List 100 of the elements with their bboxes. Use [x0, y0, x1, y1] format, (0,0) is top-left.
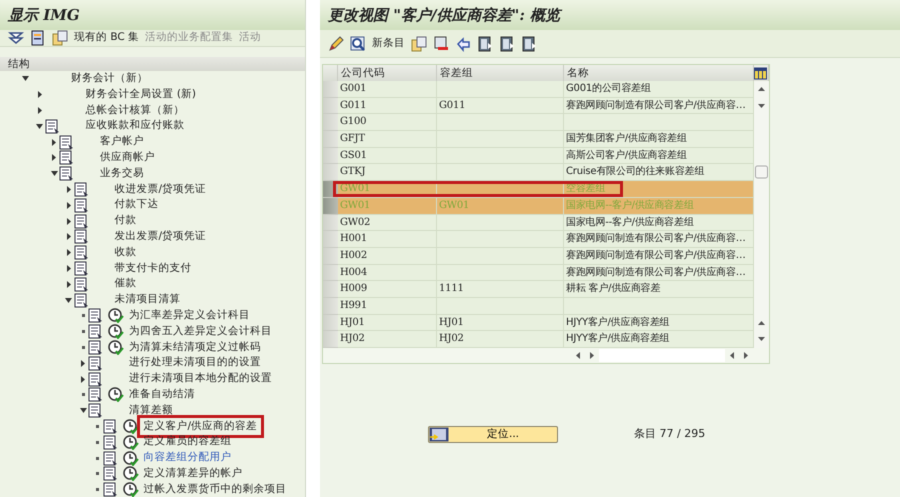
tree-item[interactable]: 供应商帐户 — [97, 150, 158, 166]
table-cell: GW01 — [437, 198, 564, 214]
tree-item[interactable]: 带支付卡的支付 — [112, 260, 194, 276]
copy-icon[interactable] — [52, 30, 68, 46]
expand-arrow-icon[interactable] — [81, 360, 85, 367]
expand-arrow-icon[interactable] — [66, 186, 70, 193]
tree-item[interactable]: 准备自动结清 — [126, 386, 198, 403]
expand-arrow-icon[interactable] — [52, 138, 56, 146]
tree-item[interactable]: 收款 — [112, 244, 140, 261]
table-cell: 国家电网--客户/供应商容差组 — [564, 214, 754, 232]
entry-count: 条目 77 / 295 — [634, 426, 706, 442]
position-button[interactable]: 定位... — [428, 426, 558, 443]
pane-title: 显示 IMG — [0, 0, 305, 30]
table-cell: HJ02 — [338, 331, 437, 348]
document-icon[interactable] — [30, 30, 46, 46]
table-cell: HJ01 — [437, 314, 564, 332]
table-cell: HJYY客户/供应商容差组 — [564, 314, 754, 332]
table-cell: 耕耘 客户/供应商容差 — [564, 281, 754, 298]
tree-item[interactable]: 付款 — [112, 213, 140, 229]
sheet-icon[interactable] — [521, 36, 537, 52]
column-header[interactable]: 容差组 — [437, 65, 564, 81]
expand-arrow-icon[interactable] — [38, 91, 42, 98]
toolbar-button[interactable]: 现有的 BC 集 — [74, 30, 140, 46]
toolbar-button[interactable]: 新条目 — [372, 36, 405, 52]
tree-item[interactable]: 为四舍五入差异定义会计科目 — [126, 324, 275, 340]
table-cell: G001 — [338, 81, 437, 98]
tree-item[interactable]: 财务会计全局设置 (新) — [82, 86, 200, 103]
table-cell: 赛跑网顾问制造有限公司客户/供应商容… — [564, 264, 754, 282]
expand-arrow-icon[interactable] — [66, 264, 70, 272]
tree-item[interactable]: 客户帐户 — [97, 134, 147, 150]
bullet-icon — [96, 472, 99, 476]
column-header[interactable]: 名称 — [564, 65, 754, 81]
column-settings-icon[interactable] — [754, 66, 767, 80]
tree-item[interactable]: 进行处理未清项目的的设置 — [126, 355, 264, 372]
table-cell: GS01 — [338, 148, 437, 164]
sheet-icon[interactable] — [477, 36, 493, 52]
tree-item[interactable]: 定义清算差异的帐户 — [140, 466, 246, 482]
bullet-icon — [82, 330, 84, 334]
table-cell: 赛跑网顾问制造有限公司客户/供应商容… — [564, 231, 754, 248]
collapse-arrow-icon[interactable] — [50, 171, 58, 176]
expand-arrow-icon[interactable] — [66, 202, 70, 209]
copy-icon[interactable] — [411, 36, 427, 52]
tree-item[interactable]: 总帐会计核算（新） — [82, 102, 188, 118]
bullet-icon — [82, 346, 84, 349]
column-header[interactable]: 公司代码 — [338, 65, 437, 81]
tree-item[interactable]: 财务会计（新） — [68, 71, 151, 87]
scroll-thumb[interactable] — [754, 164, 769, 180]
tree-item[interactable]: 收进发票/贷项凭证 — [112, 182, 210, 198]
table-cell: HJ02 — [437, 331, 564, 348]
tree-link[interactable]: 向容差组分配用户 — [140, 450, 234, 466]
tree-item[interactable]: 业务交易 — [97, 166, 147, 182]
table-cell: H991 — [338, 298, 437, 315]
expand-arrow-icon[interactable] — [81, 376, 85, 383]
table-cell: G100 — [338, 114, 437, 132]
expand-arrow-icon[interactable] — [66, 233, 70, 240]
expand-arrow-icon[interactable] — [38, 106, 42, 114]
table-cell: H009 — [338, 281, 437, 298]
table-cell: G001的公司容差组 — [564, 81, 754, 98]
tree-item[interactable]: 发出发票/贷项凭证 — [112, 228, 210, 245]
expand-icon[interactable] — [8, 30, 24, 46]
tree-item[interactable]: 催款 — [112, 276, 140, 292]
expand-arrow-icon[interactable] — [66, 280, 70, 288]
tree-item[interactable]: 定义雇员的容差组 — [140, 434, 234, 450]
tree-item[interactable]: 进行未清项目本地分配的设置 — [126, 371, 275, 387]
bullet-icon — [96, 424, 99, 428]
table-cell: G011 — [338, 98, 437, 114]
tree-item[interactable]: 清算差额 — [126, 402, 176, 418]
table-cell: 1111 — [437, 281, 564, 298]
expand-arrow-icon[interactable] — [66, 218, 70, 225]
table-cell: GW01 — [338, 198, 437, 214]
bullet-icon — [82, 393, 84, 396]
collapse-arrow-icon[interactable] — [22, 76, 28, 82]
sheet-icon[interactable] — [499, 36, 515, 52]
tree-item[interactable]: 未清项目清算 — [112, 292, 184, 308]
position-icon — [429, 427, 449, 442]
tree-item[interactable]: 为清算未结清项定义过帐码 — [126, 340, 264, 356]
tree-item[interactable]: 付款下达 — [112, 197, 162, 214]
table-cell: HJ01 — [338, 314, 437, 332]
table-cell: 赛跑网顾问制造有限公司客户/供应商容… — [564, 248, 754, 265]
collapse-arrow-icon[interactable] — [80, 408, 86, 414]
table-cell: 国家电网--客户/供应商容差组 — [564, 198, 754, 214]
undo-icon[interactable] — [455, 36, 471, 52]
search-icon[interactable] — [350, 36, 366, 52]
pencil-icon[interactable] — [328, 36, 344, 52]
bullet-icon — [96, 440, 99, 444]
table-cell: H001 — [338, 231, 437, 248]
collapse-arrow-icon[interactable] — [65, 298, 72, 303]
delete-icon[interactable] — [433, 36, 449, 52]
expand-arrow-icon[interactable] — [52, 154, 56, 162]
tree-item[interactable]: 过帐入发票货币中的剩余项目 — [140, 482, 290, 497]
tree-header: 结构 — [0, 57, 305, 71]
table-cell: 高斯公司客户/供应商容差组 — [564, 148, 754, 164]
expand-arrow-icon[interactable] — [66, 249, 70, 256]
table-cell: GFJT — [338, 131, 437, 148]
table-cell: 国芳集团客户/供应商容差组 — [564, 131, 754, 148]
bullet-icon — [82, 314, 84, 318]
collapse-arrow-icon[interactable] — [36, 124, 43, 129]
scroll-track[interactable] — [599, 349, 725, 362]
tree-item[interactable]: 应收账款和应付账款 — [82, 118, 188, 134]
tree-item[interactable]: 为汇率差异定义会计科目 — [126, 308, 253, 324]
